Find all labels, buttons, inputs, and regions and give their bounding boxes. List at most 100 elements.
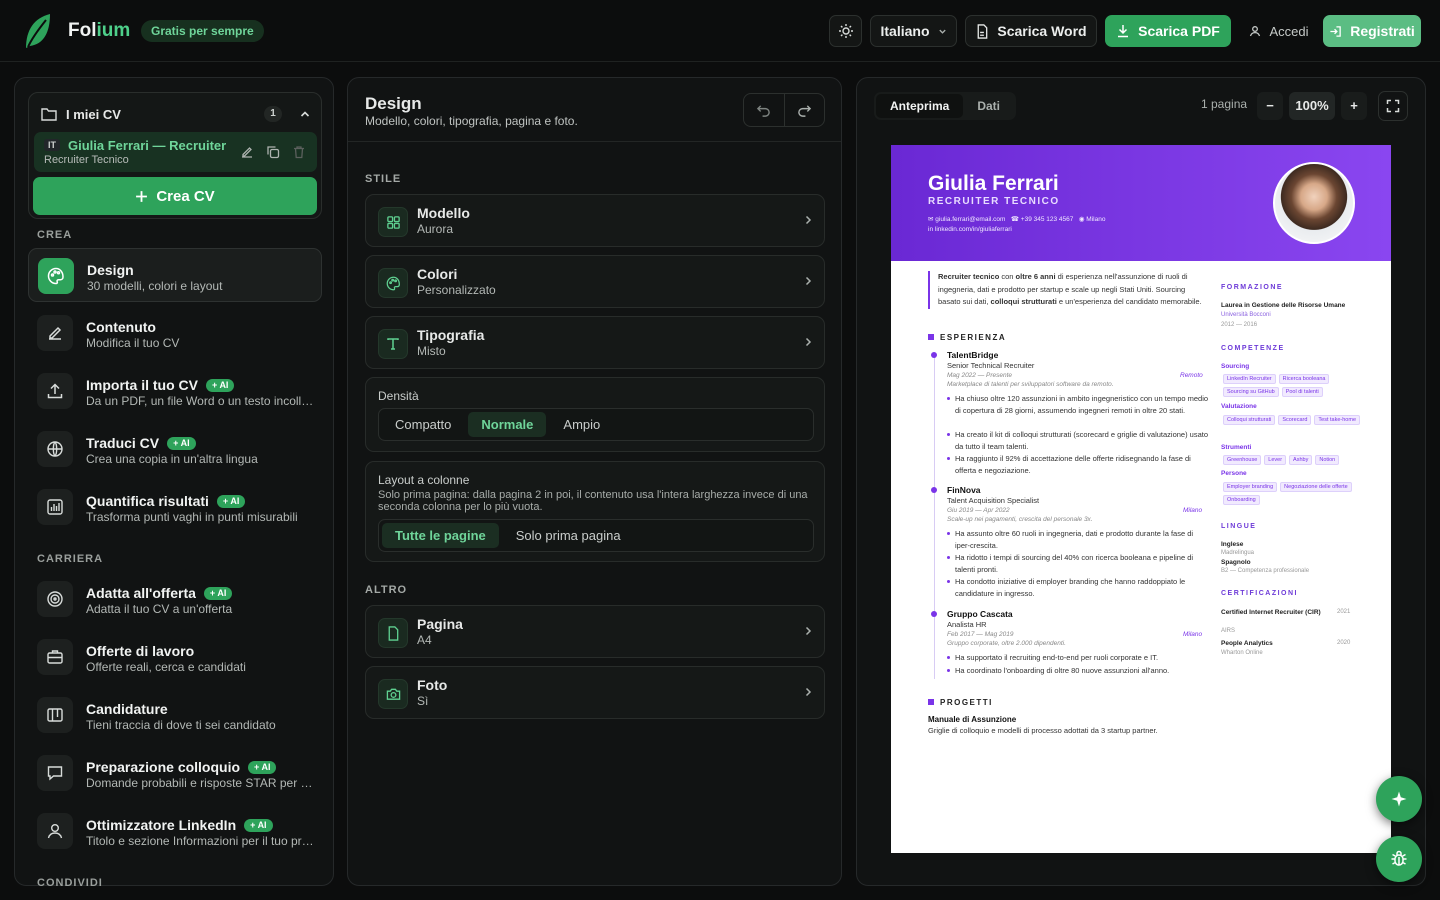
row-title: Pagina xyxy=(417,616,463,632)
download-icon xyxy=(1118,25,1129,38)
sidebar-item-jobs[interactable]: Offerte di lavoro Offerte reali, cerca e… xyxy=(28,630,322,684)
colors-row[interactable]: Colori Personalizzato xyxy=(365,255,825,308)
row-value: Sì xyxy=(417,694,429,708)
density-option-compact[interactable]: Compatto xyxy=(382,412,464,437)
theme-toggle-button[interactable] xyxy=(829,15,862,47)
photo-row[interactable]: Foto Sì xyxy=(365,666,825,719)
zoom-in-button[interactable]: + xyxy=(1341,92,1367,120)
sidebar-item-label: Contenuto xyxy=(86,319,156,335)
feedback-fab[interactable] xyxy=(1376,836,1422,882)
trash-icon[interactable] xyxy=(292,145,306,159)
skill-tags: LinkedIn Recruiter Ricerca booleana Sourci… xyxy=(1223,374,1363,397)
project-desc: Griglie di colloquio e modelli di proces… xyxy=(928,726,1158,735)
user-icon xyxy=(47,824,63,839)
job-location: Milano xyxy=(1183,507,1203,514)
layout-option-first-page[interactable]: Solo prima pagina xyxy=(503,523,634,548)
skill-tags: Greenhouse Lever Ashby Notion xyxy=(1223,455,1363,465)
folder-icon xyxy=(41,108,57,121)
sidebar-item-label: Quantifica risultati xyxy=(86,493,209,509)
zoom-out-button[interactable]: − xyxy=(1257,92,1283,120)
sidebar-item-applications[interactable]: Candidature Tieni traccia di dove ti sei… xyxy=(28,688,322,742)
chevron-up-icon[interactable] xyxy=(299,108,311,120)
cv-name: Giulia Ferrari — Recruiter xyxy=(68,138,227,153)
undo-redo-group xyxy=(743,93,825,127)
cv-list-item[interactable]: IT Giulia Ferrari — Recruiter Recruiter … xyxy=(34,132,317,172)
sidebar-item-content[interactable]: Contenuto Modifica il tuo CV xyxy=(28,306,322,360)
sidebar-item-label: Ottimizzatore LinkedIn xyxy=(86,817,237,833)
download-word-button[interactable]: Scarica Word xyxy=(965,15,1097,47)
cert-year: 2020 xyxy=(1337,640,1351,646)
job-meta: Gruppo corporate, oltre 2.000 dipendenti… xyxy=(947,640,1066,647)
skill-tags: Employer branding Negoziazione delle offe… xyxy=(1223,482,1363,505)
palette-icon xyxy=(47,267,64,285)
sidebar-item-translate[interactable]: Traduci CV + AI Crea una copia in un'altr… xyxy=(28,422,322,476)
linkedin-icon: in xyxy=(928,226,934,233)
sidebar-item-import[interactable]: Importa il tuo CV + AI Da un PDF, un file… xyxy=(28,364,322,418)
sidebar-item-design[interactable]: Design 30 modelli, colori e layout xyxy=(28,248,322,302)
redo-button[interactable] xyxy=(783,94,825,126)
sidebar-item-interview-prep[interactable]: Preparazione colloquio + AI Domande proba… xyxy=(28,746,322,800)
density-box: Densità Compatto Normale Ampio xyxy=(365,377,825,452)
project-name: Manuale di Assunzione xyxy=(928,715,1017,724)
create-cv-button[interactable]: Crea CV xyxy=(33,177,317,215)
layout-option-all-pages[interactable]: Tutte le pagine xyxy=(382,523,499,548)
ai-badge: + AI xyxy=(167,436,196,450)
my-cvs-header[interactable]: I miei CV 1 xyxy=(41,105,311,123)
job-company: FinNova xyxy=(947,485,981,495)
sidebar-item-tailor[interactable]: Adatta all'offerta + AI Adatta il tuo CV … xyxy=(28,572,322,626)
density-option-normal[interactable]: Normale xyxy=(468,412,547,437)
bug-icon xyxy=(1391,850,1407,866)
typography-row[interactable]: Tipografia Misto xyxy=(365,316,825,369)
ai-badge: + AI xyxy=(248,760,277,774)
sidebar-item-label: Traduci CV xyxy=(86,435,160,451)
job-bullet: Ha assunto oltre 60 ruoli in ingegneria,… xyxy=(947,528,1209,551)
register-button[interactable]: Registrati xyxy=(1323,15,1421,47)
tab-preview[interactable]: Anteprima xyxy=(876,94,964,118)
tab-data[interactable]: Dati xyxy=(963,94,1014,118)
login-button[interactable]: Accedi xyxy=(1243,15,1315,47)
copy-icon[interactable] xyxy=(266,145,280,159)
page-row[interactable]: Pagina A4 xyxy=(365,605,825,658)
design-panel: Design Modello, colori, tipografia, pagi… xyxy=(347,77,842,886)
brand-name: Folium xyxy=(68,20,131,41)
sidebar-item-label: Candidature xyxy=(86,701,168,717)
phone-icon: ☎ xyxy=(1010,216,1019,223)
row-value: Personalizzato xyxy=(417,283,496,297)
sidebar-item-desc: Adatta il tuo CV a un'offerta xyxy=(86,602,233,616)
preview-tabs: Anteprima Dati xyxy=(874,92,1017,120)
language-select[interactable]: Italiano xyxy=(870,15,957,47)
undo-icon xyxy=(757,104,771,117)
row-title: Modello xyxy=(417,205,470,221)
timeline-dot xyxy=(931,487,937,493)
column-layout-segmented-control: Tutte le pagine Solo prima pagina xyxy=(378,519,814,552)
ai-badge: + AI xyxy=(216,494,246,508)
resume-page: Giulia Ferrari RECRUITER TECNICO ✉ giuli… xyxy=(891,145,1391,853)
skills-heading: COMPETENZE xyxy=(1221,345,1285,352)
ai-assistant-fab[interactable] xyxy=(1376,776,1422,822)
chevron-right-icon xyxy=(805,626,812,636)
cert-org: AIRS xyxy=(1221,628,1236,634)
section-style-label: STILE xyxy=(365,173,402,185)
chevron-down-icon xyxy=(938,29,946,34)
column-layout-desc: Solo prima pagina: dalla pagina 2 in poi… xyxy=(378,489,808,513)
sidebar-item-label: Adatta all'offerta xyxy=(86,585,196,601)
undo-button[interactable] xyxy=(744,94,784,126)
grid-icon xyxy=(386,215,400,229)
palette-icon xyxy=(386,276,400,290)
template-row[interactable]: Modello Aurora xyxy=(365,194,825,247)
leaf-logo-icon[interactable] xyxy=(24,12,52,50)
timeline-dot xyxy=(931,611,937,617)
briefcase-icon xyxy=(47,650,63,664)
skill-group-name: Strumenti xyxy=(1221,444,1252,451)
certifications-heading: CERTIFICAZIONI xyxy=(1221,590,1298,597)
sidebar-item-linkedin[interactable]: Ottimizzatore LinkedIn + AI Titolo e sezi… xyxy=(28,804,322,858)
languages-heading: LINGUE xyxy=(1221,523,1257,530)
page-count: 1 pagina xyxy=(1201,97,1248,111)
fullscreen-button[interactable] xyxy=(1378,91,1408,121)
camera-icon xyxy=(386,688,400,700)
density-option-wide[interactable]: Ampio xyxy=(550,412,613,437)
sidebar-item-desc: Domande probabili e risposte STAR per il… xyxy=(86,776,314,790)
sidebar-item-quantify[interactable]: Quantifica risultati + AI Trasforma punti… xyxy=(28,480,322,534)
edit-icon[interactable] xyxy=(240,145,254,159)
download-pdf-button[interactable]: Scarica PDF xyxy=(1105,15,1231,47)
